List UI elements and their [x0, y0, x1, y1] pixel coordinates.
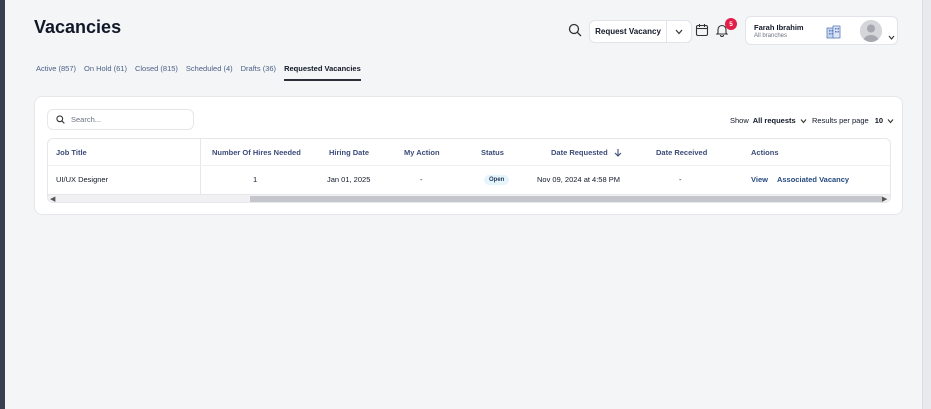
- chevron-down-icon: [888, 28, 895, 40]
- show-filter[interactable]: Show All requests: [730, 116, 807, 125]
- cell-date-requested: Nov 09, 2024 at 4:58 PM: [537, 175, 620, 184]
- cell-my-action: -: [420, 175, 423, 184]
- column-header-my-action[interactable]: My Action: [404, 139, 440, 166]
- column-header-actions: Actions: [751, 148, 779, 157]
- user-branch-scope: All branches: [754, 33, 788, 39]
- vacancies-page: Vacancies Request Vacancy 5 Farah Ibrahi…: [5, 0, 922, 409]
- request-vacancy-button[interactable]: Request Vacancy: [590, 21, 667, 42]
- status-badge: Open: [484, 174, 510, 185]
- cell-hiring-date: Jan 01, 2025: [327, 175, 371, 184]
- chevron-down-icon: [675, 29, 683, 34]
- search-box: [47, 109, 194, 130]
- page-title: Vacancies: [34, 17, 122, 37]
- cell-job-title: UI/UX Designer: [56, 175, 109, 184]
- request-vacancy-group: Request Vacancy: [589, 20, 692, 43]
- requested-vacancies-panel: Show All requests Results per page 10 Jo…: [34, 96, 903, 215]
- building-icon: [826, 24, 841, 39]
- request-vacancy-dropdown[interactable]: [667, 21, 691, 42]
- tab-drafts[interactable]: Drafts (36): [241, 64, 276, 81]
- column-header-status[interactable]: Status: [481, 139, 504, 166]
- table-row: UI/UX Designer 1 Jan 01, 2025 - Open Nov…: [48, 166, 890, 193]
- table-horizontal-scrollbar[interactable]: ◀ ▶: [48, 194, 890, 202]
- global-search-icon[interactable]: [568, 23, 584, 39]
- tab-on-hold[interactable]: On Hold (61): [84, 64, 127, 81]
- show-value: All requests: [752, 116, 796, 125]
- results-per-page-value: 10: [874, 116, 884, 125]
- column-header-hiring-date[interactable]: Hiring Date: [329, 139, 369, 166]
- cell-status: Open: [484, 166, 510, 193]
- avatar: [860, 20, 882, 42]
- chevron-down-icon: [800, 118, 807, 123]
- tab-requested-vacancies[interactable]: Requested Vacancies: [284, 64, 361, 81]
- scroll-right-icon[interactable]: ▶: [882, 196, 888, 202]
- chevron-down-icon: [887, 118, 894, 123]
- cell-actions: View Associated Vacancy: [751, 166, 849, 193]
- scrollbar-thumb[interactable]: [250, 196, 882, 202]
- arrow-down-icon: [614, 149, 622, 157]
- tab-scheduled[interactable]: Scheduled (4): [186, 64, 233, 81]
- column-header-job-title[interactable]: Job Title: [56, 139, 87, 166]
- show-label: Show: [730, 116, 749, 125]
- associated-vacancy-link[interactable]: Associated Vacancy: [777, 175, 849, 184]
- search-icon: [56, 115, 65, 124]
- search-input[interactable]: [71, 115, 181, 124]
- results-per-page-label: Results per page: [812, 116, 869, 125]
- column-header-date-received[interactable]: Date Received: [656, 139, 707, 166]
- column-header-hires-needed[interactable]: Number Of Hires Needed: [212, 139, 301, 166]
- user-menu[interactable]: Farah Ibrahim All branches: [745, 16, 898, 45]
- vacancy-tabs: Active (857) On Hold (61) Closed (815) S…: [36, 64, 361, 81]
- calendar-icon[interactable]: [695, 23, 709, 37]
- user-name: Farah Ibrahim: [754, 23, 804, 32]
- column-header-date-requested-label: Date Requested: [551, 148, 608, 157]
- vacancies-table: Job Title Number Of Hires Needed Hiring …: [47, 138, 891, 203]
- results-per-page-select[interactable]: Results per page 10: [812, 116, 894, 125]
- view-link[interactable]: View: [751, 175, 768, 184]
- scroll-left-icon[interactable]: ◀: [50, 196, 56, 202]
- tab-closed[interactable]: Closed (815): [135, 64, 178, 81]
- column-header-date-requested[interactable]: Date Requested: [551, 139, 622, 166]
- table-header-row: Job Title Number Of Hires Needed Hiring …: [48, 139, 890, 166]
- cell-hires-needed: 1: [253, 175, 258, 184]
- notification-badge: 5: [725, 18, 737, 30]
- tab-active[interactable]: Active (857): [36, 64, 76, 81]
- cell-date-received: -: [679, 175, 682, 184]
- page-scrollbar[interactable]: [922, 0, 931, 409]
